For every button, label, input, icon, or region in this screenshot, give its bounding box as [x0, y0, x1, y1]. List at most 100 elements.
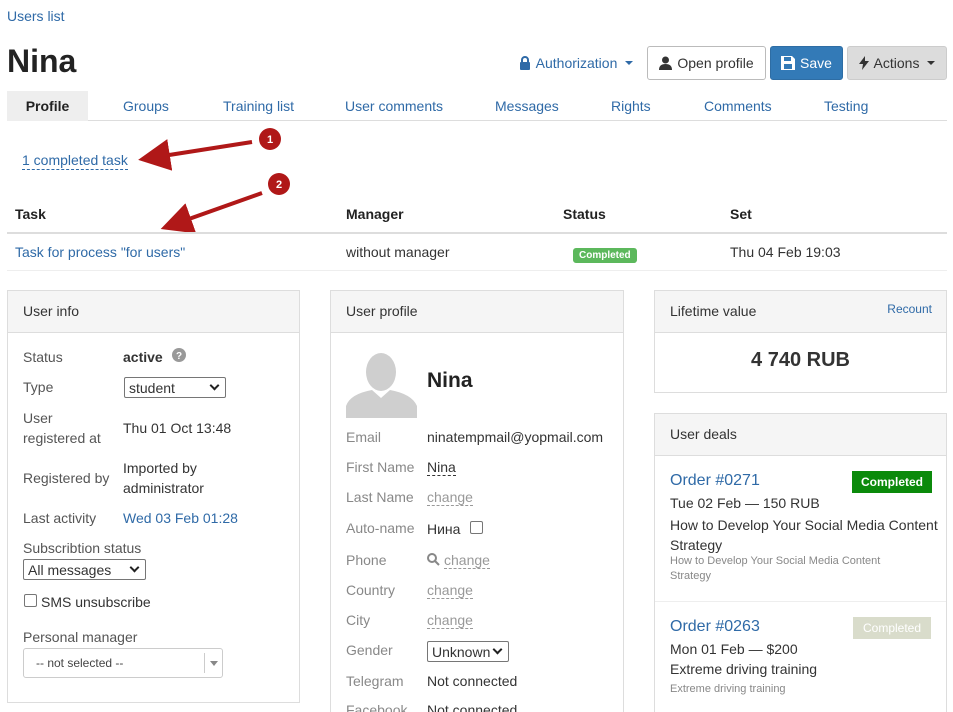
user-icon [659, 56, 673, 70]
save-label: Save [800, 55, 832, 71]
first-name-value[interactable]: Nina [427, 459, 456, 476]
status-value: active [123, 349, 163, 365]
tab-training-list[interactable]: Training list [223, 91, 294, 121]
open-profile-button[interactable]: Open profile [647, 46, 766, 80]
user-profile-title: User profile [331, 291, 623, 333]
country-change-link[interactable]: change [427, 582, 473, 599]
last-activity-label: Last activity [23, 510, 97, 526]
avatar-placeholder-icon [346, 348, 417, 418]
help-icon[interactable]: ? [172, 348, 186, 362]
column-header-set: Set [730, 206, 752, 222]
telegram-label: Telegram [346, 673, 404, 689]
page-title: Nina [7, 43, 77, 79]
callout-number-2: 2 [276, 179, 282, 191]
tab-groups[interactable]: Groups [123, 91, 169, 121]
authorization-label: Authorization [535, 55, 618, 71]
user-deals-title: User deals [655, 414, 946, 456]
recount-link[interactable]: Recount [887, 291, 932, 329]
telegram-value: Not connected [427, 673, 518, 689]
subscription-label: Subscribtion status [23, 540, 142, 556]
chevron-down-icon [492, 644, 503, 655]
first-name-label: First Name [346, 459, 415, 475]
status-badge: Completed [573, 248, 637, 263]
registered-value: Thu 01 Oct 13:48 [123, 420, 232, 436]
table-row-divider [7, 270, 947, 271]
lifetime-value-amount: 4 740 RUB [751, 349, 850, 371]
caret-down-icon [927, 61, 936, 65]
gender-select[interactable]: Unknown [427, 641, 509, 662]
last-name-change-link[interactable]: change [427, 489, 473, 506]
facebook-label: Facebook [346, 702, 408, 712]
lock-icon [519, 56, 530, 70]
callout-arrow-1 [138, 139, 253, 171]
deal-product-description: Extreme driving training [670, 683, 786, 695]
lifetime-value-title: Lifetime value [670, 303, 757, 319]
floppy-disk-icon [781, 56, 796, 70]
open-profile-label: Open profile [677, 55, 754, 71]
deal-status-badge: Completed [853, 617, 931, 639]
actions-label: Actions [873, 55, 920, 71]
deal-date-price: Mon 01 Feb — $200 [670, 641, 798, 657]
lifetime-value-panel: Lifetime value Recount 4 740 RUB [654, 290, 947, 393]
deal-status-badge: Completed [852, 471, 932, 493]
authorization-dropdown[interactable]: Authorization [515, 46, 637, 80]
column-header-manager: Manager [346, 206, 404, 222]
subscription-select-value: All messages [28, 561, 112, 578]
tab-messages[interactable]: Messages [495, 91, 559, 121]
user-info-title: User info [8, 291, 299, 333]
registered-label-line1: User [23, 410, 53, 426]
breadcrumb-users-list[interactable]: Users list [7, 8, 65, 24]
auto-name-value: Нина [427, 521, 461, 537]
chevron-down-icon [129, 562, 140, 573]
bolt-icon [858, 56, 869, 70]
subscription-select[interactable]: All messages [23, 559, 146, 580]
tab-profile[interactable]: Profile [7, 91, 88, 121]
sms-unsubscribe-label[interactable]: SMS unsubscribe [41, 594, 151, 610]
deal-order-link[interactable]: Order #0263 [670, 618, 760, 636]
tab-rights[interactable]: Rights [611, 91, 651, 121]
save-button[interactable]: Save [770, 46, 843, 80]
profile-tabs: Profile Groups Training list User commen… [7, 91, 947, 121]
country-label: Country [346, 582, 396, 598]
column-header-status: Status [563, 206, 606, 222]
registered-by-line1: Imported by [123, 460, 197, 476]
auto-name-checkbox[interactable] [470, 521, 483, 534]
chevron-down-icon [209, 380, 220, 391]
search-icon[interactable] [427, 553, 440, 566]
caret-down-icon [625, 61, 634, 65]
registered-by-label: Registered by [23, 470, 110, 486]
email-value: ninatempmail@yopmail.com [427, 429, 604, 445]
phone-change-link[interactable]: change [444, 552, 490, 569]
select-divider [204, 653, 205, 673]
personal-manager-select[interactable]: -- not selected -- [23, 648, 223, 678]
auto-name-label: Auto-name [346, 520, 415, 536]
callout-arrow-2 [160, 191, 263, 234]
sms-unsubscribe-checkbox[interactable] [24, 594, 37, 607]
last-activity-link[interactable]: Wed 03 Feb 01:28 [123, 510, 238, 526]
task-manager: without manager [346, 244, 450, 260]
callout-badge-2 [268, 173, 290, 195]
column-header-task: Task [15, 206, 46, 222]
table-header-divider [7, 232, 947, 234]
deal-product-name: Extreme driving training [670, 661, 818, 677]
user-deals-panel: User deals Order #0271 Completed Tue 02 … [654, 413, 947, 712]
task-link[interactable]: Task for process "for users" [15, 244, 185, 260]
deal-divider [655, 601, 946, 602]
status-label: Status [23, 349, 63, 365]
type-select[interactable]: student [124, 377, 226, 398]
personal-manager-label: Personal manager [23, 629, 138, 645]
completed-tasks-link[interactable]: 1 completed task [22, 152, 128, 170]
tab-testing[interactable]: Testing [824, 91, 868, 121]
facebook-value: Not connected [427, 702, 518, 712]
phone-label: Phone [346, 552, 387, 568]
tab-comments[interactable]: Comments [704, 91, 772, 121]
task-set-date: Thu 04 Feb 19:03 [730, 244, 841, 260]
last-name-label: Last Name [346, 489, 414, 505]
gender-label: Gender [346, 642, 393, 658]
actions-dropdown[interactable]: Actions [847, 46, 947, 80]
tab-user-comments[interactable]: User comments [345, 91, 443, 121]
deal-order-link[interactable]: Order #0271 [670, 472, 760, 490]
city-change-link[interactable]: change [427, 612, 473, 629]
personal-manager-value: -- not selected -- [36, 656, 124, 670]
deal-product-description: How to Develop Your Social Media Content… [670, 555, 881, 582]
